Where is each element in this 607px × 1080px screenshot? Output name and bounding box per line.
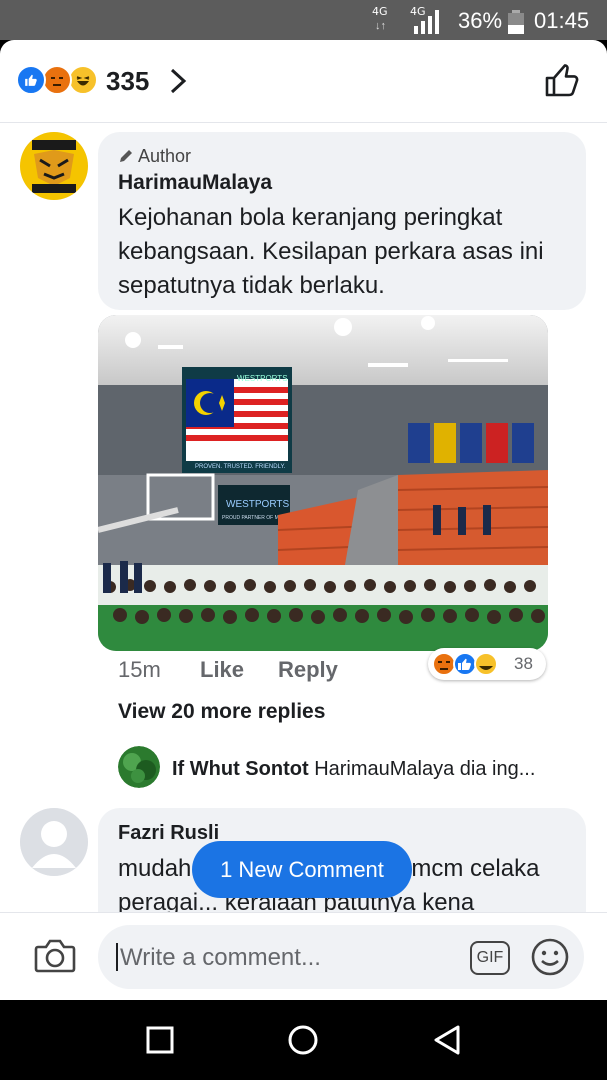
comments-sheet: 335 Author HarimauMalaya Kejohanan bola … xyxy=(0,40,607,1000)
comment-text-2-start: mudah xyxy=(118,855,192,882)
comment-input[interactable]: Write a comment... GIF xyxy=(98,925,584,989)
comment-time: 15m xyxy=(118,657,161,682)
signal-icon xyxy=(414,10,439,34)
chevron-right-icon[interactable] xyxy=(168,68,188,94)
board-brand: WESTPORTS xyxy=(226,499,289,510)
reply-author: If Whut Sontot xyxy=(172,758,309,780)
back-icon[interactable] xyxy=(432,1024,462,1056)
reply-preview[interactable]: If Whut Sontot HarimauMalaya dia ing... xyxy=(172,758,535,781)
emoji-icon[interactable] xyxy=(530,937,570,977)
arena-photo: WESTPORTS PROVEN. TRUSTED. FRIENDLY. WES… xyxy=(98,315,548,651)
avatar[interactable] xyxy=(20,132,88,200)
view-more-replies[interactable]: View 20 more replies xyxy=(118,700,325,724)
camera-icon[interactable] xyxy=(34,937,76,975)
gif-button[interactable]: GIF xyxy=(470,941,510,975)
author-badge: Author xyxy=(118,146,191,167)
data-arrows-icon: ↓↑ xyxy=(375,20,386,32)
banner-brand: WESTPORTS xyxy=(237,374,288,383)
comment-text-2-end: mcm celaka xyxy=(411,855,540,882)
new-comment-pill[interactable]: 1 New Comment xyxy=(192,841,412,898)
battery-icon xyxy=(508,10,524,34)
reactions-header[interactable]: 335 xyxy=(0,40,607,123)
network-type-1: 4G xyxy=(372,5,388,18)
reaction-count: 335 xyxy=(106,66,150,96)
comment-placeholder: Write a comment... xyxy=(120,944,321,971)
comment-reactions[interactable]: 38 xyxy=(428,648,546,680)
android-nav-bar xyxy=(0,1000,607,1080)
angry-icon xyxy=(42,65,72,95)
home-icon[interactable] xyxy=(287,1024,319,1056)
battery-percent: 36% xyxy=(458,8,503,33)
comment-reaction-count: 38 xyxy=(514,654,533,673)
reply-link[interactable]: Reply xyxy=(278,657,338,683)
status-bar: 4G ↓↑ 4G 36% 01:45 xyxy=(0,0,607,40)
like-link[interactable]: Like xyxy=(200,657,244,683)
gif-label: GIF xyxy=(476,949,504,966)
clock: 01:45 xyxy=(534,8,590,33)
comment-text: Kejohanan bola keranjang peringkat keban… xyxy=(118,204,544,299)
banner-tagline: PROVEN. TRUSTED. FRIENDLY. xyxy=(195,464,286,470)
author-badge-label: Author xyxy=(138,146,192,166)
pencil-icon xyxy=(120,150,132,162)
reply-snippet: HarimauMalaya dia ing... xyxy=(314,758,536,780)
text-cursor xyxy=(116,943,118,971)
like-icon xyxy=(16,65,46,95)
default-avatar-icon[interactable] xyxy=(20,808,88,876)
comment-photo[interactable]: WESTPORTS PROVEN. TRUSTED. FRIENDLY. WES… xyxy=(98,315,548,651)
recents-icon[interactable] xyxy=(146,1026,174,1054)
reply-avatar[interactable] xyxy=(118,746,160,788)
comment-composer: Write a comment... GIF xyxy=(0,912,607,1000)
haha-icon xyxy=(68,65,98,95)
comment-author-2[interactable]: Fazri Rusli xyxy=(118,822,219,845)
comment-author[interactable]: HarimauMalaya xyxy=(118,171,272,195)
like-outline-icon[interactable] xyxy=(544,62,580,98)
